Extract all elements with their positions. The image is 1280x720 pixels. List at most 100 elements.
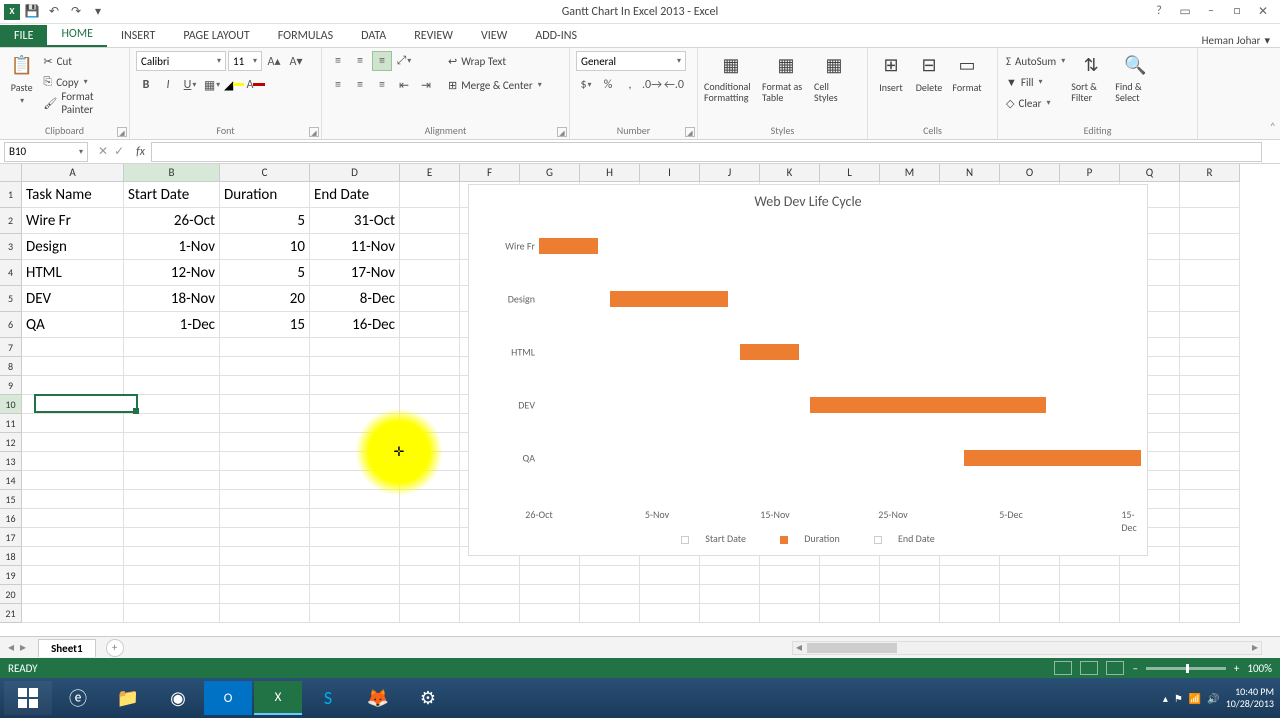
zoom-level[interactable]: 100%	[1247, 662, 1272, 675]
column-header-O[interactable]: O	[1000, 164, 1060, 182]
cell-A1[interactable]: Task Name	[22, 182, 124, 208]
tab-page-layout[interactable]: PAGE LAYOUT	[169, 25, 263, 47]
cell-K19[interactable]	[760, 566, 820, 585]
cell-D6[interactable]: 16-Dec	[310, 312, 400, 338]
cell-B21[interactable]	[124, 604, 220, 623]
cell-C14[interactable]	[220, 471, 310, 490]
cell-P19[interactable]	[1060, 566, 1120, 585]
align-left-icon[interactable]: ≡	[328, 75, 348, 95]
decrease-decimal-icon[interactable]: ←.0	[664, 75, 684, 95]
underline-button[interactable]: U▾	[180, 75, 200, 95]
cell-E11[interactable]	[400, 414, 460, 433]
border-button[interactable]: ▦▾	[202, 75, 222, 95]
taskbar-app-icon[interactable]: ⚙	[404, 681, 452, 715]
cell-A10[interactable]	[22, 395, 124, 414]
cell-K20[interactable]	[760, 585, 820, 604]
cell-D2[interactable]: 31-Oct	[310, 208, 400, 234]
font-launcher[interactable]: ◢	[309, 127, 319, 137]
cell-R18[interactable]	[1180, 547, 1240, 566]
cell-D16[interactable]	[310, 509, 400, 528]
taskbar-chrome-icon[interactable]: ◉	[154, 681, 202, 715]
cell-B17[interactable]	[124, 528, 220, 547]
cell-A18[interactable]	[22, 547, 124, 566]
cell-B6[interactable]: 1-Dec	[124, 312, 220, 338]
row-header-13[interactable]: 13	[0, 452, 22, 471]
align-top-icon[interactable]: ≡	[328, 51, 348, 71]
cell-B19[interactable]	[124, 566, 220, 585]
row-header-21[interactable]: 21	[0, 604, 22, 623]
cell-D21[interactable]	[310, 604, 400, 623]
cell-B8[interactable]	[124, 357, 220, 376]
cell-B13[interactable]	[124, 452, 220, 471]
cell-R13[interactable]	[1180, 452, 1240, 471]
column-header-F[interactable]: F	[460, 164, 520, 182]
cell-A7[interactable]	[22, 338, 124, 357]
chart-bar[interactable]	[964, 450, 1141, 466]
tray-up-icon[interactable]: ▴	[1163, 692, 1168, 705]
cell-C7[interactable]	[220, 338, 310, 357]
align-bottom-icon[interactable]: ≡	[372, 51, 392, 71]
format-painter-button[interactable]: 🖌Format Painter	[41, 93, 123, 113]
cell-B2[interactable]: 26-Oct	[124, 208, 220, 234]
cell-E12[interactable]	[400, 433, 460, 452]
cell-A6[interactable]: QA	[22, 312, 124, 338]
taskbar-outlook-icon[interactable]: O	[204, 681, 252, 715]
cell-E2[interactable]	[400, 208, 460, 234]
cell-N20[interactable]	[940, 585, 1000, 604]
cell-P20[interactable]	[1060, 585, 1120, 604]
cell-R8[interactable]	[1180, 357, 1240, 376]
zoom-in-icon[interactable]: +	[1234, 662, 1239, 675]
cell-R16[interactable]	[1180, 509, 1240, 528]
delete-button[interactable]: ⊟Delete	[912, 51, 946, 122]
cell-B7[interactable]	[124, 338, 220, 357]
cell-C4[interactable]: 5	[220, 260, 310, 286]
row-header-9[interactable]: 9	[0, 376, 22, 395]
cell-A8[interactable]	[22, 357, 124, 376]
font-size-select[interactable]: 11▾	[228, 51, 262, 71]
row-header-20[interactable]: 20	[0, 585, 22, 604]
column-header-G[interactable]: G	[520, 164, 580, 182]
cell-B14[interactable]	[124, 471, 220, 490]
bold-button[interactable]: B	[136, 75, 156, 95]
cell-E17[interactable]	[400, 528, 460, 547]
cell-C15[interactable]	[220, 490, 310, 509]
cell-A20[interactable]	[22, 585, 124, 604]
cell-K21[interactable]	[760, 604, 820, 623]
column-header-B[interactable]: B	[124, 164, 220, 182]
row-header-3[interactable]: 3	[0, 234, 22, 260]
taskbar-excel-icon[interactable]: X	[254, 681, 302, 715]
save-icon[interactable]: 💾	[22, 2, 42, 22]
cell-A21[interactable]	[22, 604, 124, 623]
cell-F19[interactable]	[460, 566, 520, 585]
zoom-out-icon[interactable]: –	[1132, 662, 1137, 675]
cell-E19[interactable]	[400, 566, 460, 585]
cell-D14[interactable]	[310, 471, 400, 490]
cell-D10[interactable]	[310, 395, 400, 414]
cell-D15[interactable]	[310, 490, 400, 509]
percent-icon[interactable]: %	[598, 75, 618, 95]
cell-Q21[interactable]	[1120, 604, 1180, 623]
cell-O19[interactable]	[1000, 566, 1060, 585]
close-icon[interactable]: ✕	[1254, 4, 1272, 19]
cell-styles-button[interactable]: ▦Cell Styles	[814, 51, 854, 122]
ribbon-options-icon[interactable]: ▭	[1176, 4, 1194, 19]
row-header-14[interactable]: 14	[0, 471, 22, 490]
column-header-L[interactable]: L	[820, 164, 880, 182]
autosum-button[interactable]: ΣAutoSum▾	[1004, 51, 1067, 71]
tab-addins[interactable]: ADD-INS	[521, 25, 591, 47]
cell-E1[interactable]	[400, 182, 460, 208]
cell-C8[interactable]	[220, 357, 310, 376]
number-launcher[interactable]: ◢	[685, 127, 695, 137]
cell-A17[interactable]	[22, 528, 124, 547]
cell-C13[interactable]	[220, 452, 310, 471]
cell-D9[interactable]	[310, 376, 400, 395]
cell-J21[interactable]	[700, 604, 760, 623]
format-as-table-button[interactable]: ▦Format as Table	[762, 51, 810, 122]
cell-A3[interactable]: Design	[22, 234, 124, 260]
cell-C12[interactable]	[220, 433, 310, 452]
normal-view-icon[interactable]	[1054, 661, 1072, 675]
align-middle-icon[interactable]: ≡	[350, 51, 370, 71]
cell-C17[interactable]	[220, 528, 310, 547]
cell-E14[interactable]	[400, 471, 460, 490]
redo-icon[interactable]: ↷	[66, 2, 86, 22]
